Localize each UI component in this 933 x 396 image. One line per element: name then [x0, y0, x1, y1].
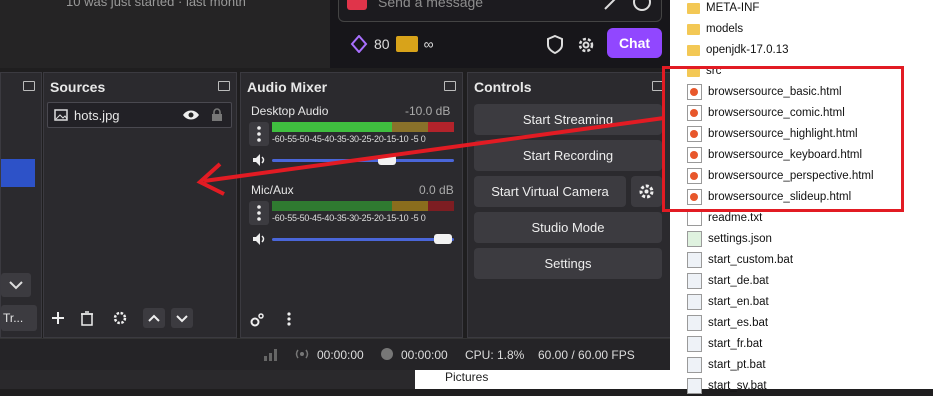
annotation-arrow [196, 116, 665, 196]
image-icon [54, 109, 68, 121]
gear-icon[interactable] [576, 35, 596, 60]
trash-icon[interactable] [79, 310, 95, 331]
file-row[interactable]: META-INF [687, 0, 759, 18]
file-name: settings.json [708, 233, 772, 245]
file-name: readme.txt [708, 212, 763, 224]
file-name: models [706, 23, 744, 35]
bat-file-icon [687, 357, 702, 373]
speaker-icon[interactable] [252, 232, 268, 251]
source-name: hots.jpg [74, 107, 120, 123]
meter-ticks: -60-55-50-45-40-35-30-25-20-15-10 -5 0 [272, 213, 426, 223]
folder-file-icon [687, 23, 700, 35]
emoji-icon[interactable] [632, 0, 652, 12]
channel-points-row: 80 ∞ [350, 32, 434, 56]
signal-icon [264, 349, 277, 361]
txt-file-icon [687, 210, 702, 226]
bat-file-icon [687, 294, 702, 310]
bat-file-icon [687, 378, 702, 394]
file-row[interactable]: start_sv.bat [687, 376, 767, 396]
advanced-audio-icon[interactable] [249, 312, 265, 333]
points-count: 80 [374, 36, 390, 52]
transition-button[interactable]: Tr... [1, 305, 37, 331]
file-row[interactable]: start_es.bat [687, 313, 768, 333]
taskbar-strip [0, 370, 415, 389]
file-name: start_en.bat [708, 296, 769, 308]
video-icon [347, 0, 367, 10]
file-name: start_sv.bat [708, 380, 767, 392]
sources-title: Sources [50, 79, 106, 95]
chat-button[interactable]: Chat [607, 28, 662, 58]
record-time: 00:00:00 [401, 348, 448, 362]
controls-title: Controls [474, 79, 532, 95]
file-name: start_fr.bat [708, 338, 763, 350]
shield-icon[interactable] [546, 34, 564, 60]
json-file-icon [687, 231, 702, 247]
status-bar: 00:00:00 00:00:00 CPU: 1.8% 60.00 / 60.0… [0, 338, 670, 371]
bat-file-icon [687, 336, 702, 352]
file-row[interactable]: settings.json [687, 229, 772, 249]
mixer-title: Audio Mixer [247, 79, 328, 95]
file-name: start_de.bat [708, 275, 769, 287]
volume-meter: -60-55-50-45-40-35-30-25-20-15-10 -5 0 [272, 201, 454, 223]
channel-points-icon [350, 35, 368, 53]
file-name: start_pt.bat [708, 359, 766, 371]
bat-file-icon [687, 273, 702, 289]
file-row[interactable]: start_de.bat [687, 271, 769, 291]
folder-file-icon [687, 2, 700, 14]
cpu-usage: CPU: 1.8% [465, 348, 525, 362]
activity-feed-panel [0, 0, 330, 68]
record-icon [381, 348, 393, 360]
channel-menu-button[interactable] [249, 201, 269, 225]
file-row[interactable]: start_en.bat [687, 292, 769, 312]
file-row[interactable]: start_custom.bat [687, 250, 793, 270]
stream-icon [295, 349, 309, 359]
ticket-count: ∞ [423, 36, 434, 52]
file-row[interactable]: start_fr.bat [687, 334, 762, 354]
file-name: start_custom.bat [708, 254, 794, 266]
bat-file-icon [687, 252, 702, 268]
folder-file-icon [687, 44, 700, 56]
scenes-dock-partial: Tr... [0, 72, 42, 338]
add-icon[interactable] [50, 310, 66, 331]
volume-slider[interactable] [272, 234, 454, 244]
slider-handle[interactable] [434, 234, 452, 244]
file-name: META-INF [706, 2, 760, 14]
float-dock-icon[interactable] [23, 81, 35, 91]
selected-scene-row[interactable] [1, 159, 35, 187]
file-row[interactable]: models [687, 19, 743, 39]
gear-icon[interactable] [112, 310, 128, 331]
wand-icon[interactable] [602, 0, 622, 12]
settings-button[interactable]: Settings [474, 248, 662, 279]
fps-readout: 60.00 / 60.00 FPS [538, 348, 635, 362]
file-name: start_es.bat [708, 317, 769, 329]
ticket-icon [395, 36, 418, 52]
file-name: openjdk-17.0.13 [706, 44, 789, 56]
mixer-menu-icon[interactable] [282, 311, 296, 332]
float-dock-icon[interactable] [218, 81, 230, 91]
chat-input-placeholder: Send a message [378, 0, 484, 10]
float-dock-icon[interactable] [444, 81, 456, 91]
dropdown-chevron[interactable] [1, 273, 31, 297]
chevron-down-icon[interactable] [171, 308, 193, 328]
stream-time: 00:00:00 [317, 348, 364, 362]
file-row[interactable]: start_pt.bat [687, 355, 766, 375]
nav-pictures[interactable]: Pictures [445, 370, 488, 384]
studio-mode-button[interactable]: Studio Mode [474, 212, 662, 243]
explorer-nav-pane: Pictures [415, 370, 670, 389]
annotation-highlight-box [662, 66, 904, 212]
file-row[interactable]: openjdk-17.0.13 [687, 40, 788, 60]
bat-file-icon [687, 315, 702, 331]
activity-message: 10 was just started · last month [66, 0, 246, 9]
chevron-up-icon[interactable] [143, 308, 165, 328]
